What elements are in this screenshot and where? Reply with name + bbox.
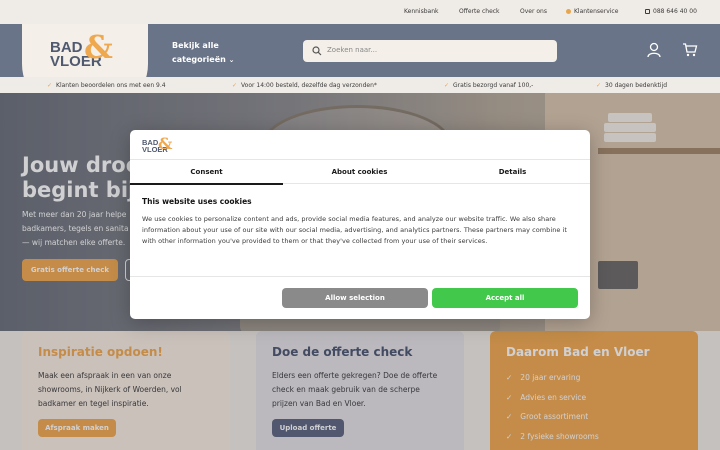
cookie-tabs: Consent About cookies Details — [130, 159, 590, 185]
categories-label-1: Bekijk alle — [172, 41, 219, 50]
tab-about-cookies[interactable]: About cookies — [283, 160, 436, 185]
topbar-link-kennisbank[interactable]: Kennisbank — [404, 8, 439, 15]
check-icon: ✓ — [47, 82, 53, 89]
cookie-consent-dialog: BAD VLOER & Consent About cookies Detail… — [130, 130, 590, 319]
account-icon[interactable] — [647, 42, 661, 58]
top-utility-bar: Kennisbank Offerte check Over ons Klante… — [0, 0, 720, 24]
categories-menu-button[interactable]: Bekijk alle categorieën ⌄ — [172, 39, 235, 67]
accept-all-button[interactable]: Accept all — [432, 288, 578, 308]
tab-consent[interactable]: Consent — [130, 160, 283, 185]
topbar-link-over-ons[interactable]: Over ons — [520, 8, 547, 15]
search-placeholder: Zoeken naar... — [327, 46, 378, 54]
cart-icon[interactable] — [682, 42, 698, 57]
search-icon — [312, 46, 322, 56]
categories-label-2: categorieën ⌄ — [172, 55, 235, 64]
search-input[interactable]: Zoeken naar... — [303, 40, 557, 62]
dialog-logo: BAD VLOER & — [142, 134, 173, 154]
topbar-link-offerte-check[interactable]: Offerte check — [459, 8, 500, 15]
check-icon: ✓ — [596, 82, 602, 89]
phone-icon — [645, 9, 650, 14]
allow-selection-button[interactable]: Allow selection — [282, 288, 428, 308]
check-icon: ✓ — [444, 82, 450, 89]
info-icon — [566, 9, 571, 14]
logo-ampersand-icon: & — [158, 134, 173, 153]
main-header: BAD VLOER & Bekijk alle categorieën ⌄ Zo… — [0, 24, 720, 120]
usp-item: ✓ Voor 14:00 besteld, dezelfde dag verzon… — [232, 82, 377, 89]
check-icon: ✓ — [232, 82, 238, 89]
usp-bar: ✓ Klanten beoordelen ons met een 9.4 ✓ Voo… — [0, 77, 720, 93]
usp-item: ✓ 30 dagen bedenktijd — [596, 82, 668, 89]
cookie-dialog-body: We use cookies to personalize content an… — [142, 215, 567, 245]
logo-ampersand-icon: & — [84, 28, 113, 66]
usp-item: ✓ Gratis bezorgd vanaf 100,- — [444, 82, 534, 89]
usp-item: ✓ Klanten beoordelen ons met een 9.4 — [47, 82, 166, 89]
topbar-klantenservice[interactable]: Klantenservice — [566, 8, 618, 15]
divider — [130, 276, 590, 277]
cookie-dialog-title: This website uses cookies — [142, 197, 252, 206]
tab-details[interactable]: Details — [436, 160, 589, 185]
topbar-phone[interactable]: 088 646 40 00 — [645, 8, 697, 15]
chevron-down-icon: ⌄ — [228, 56, 235, 64]
